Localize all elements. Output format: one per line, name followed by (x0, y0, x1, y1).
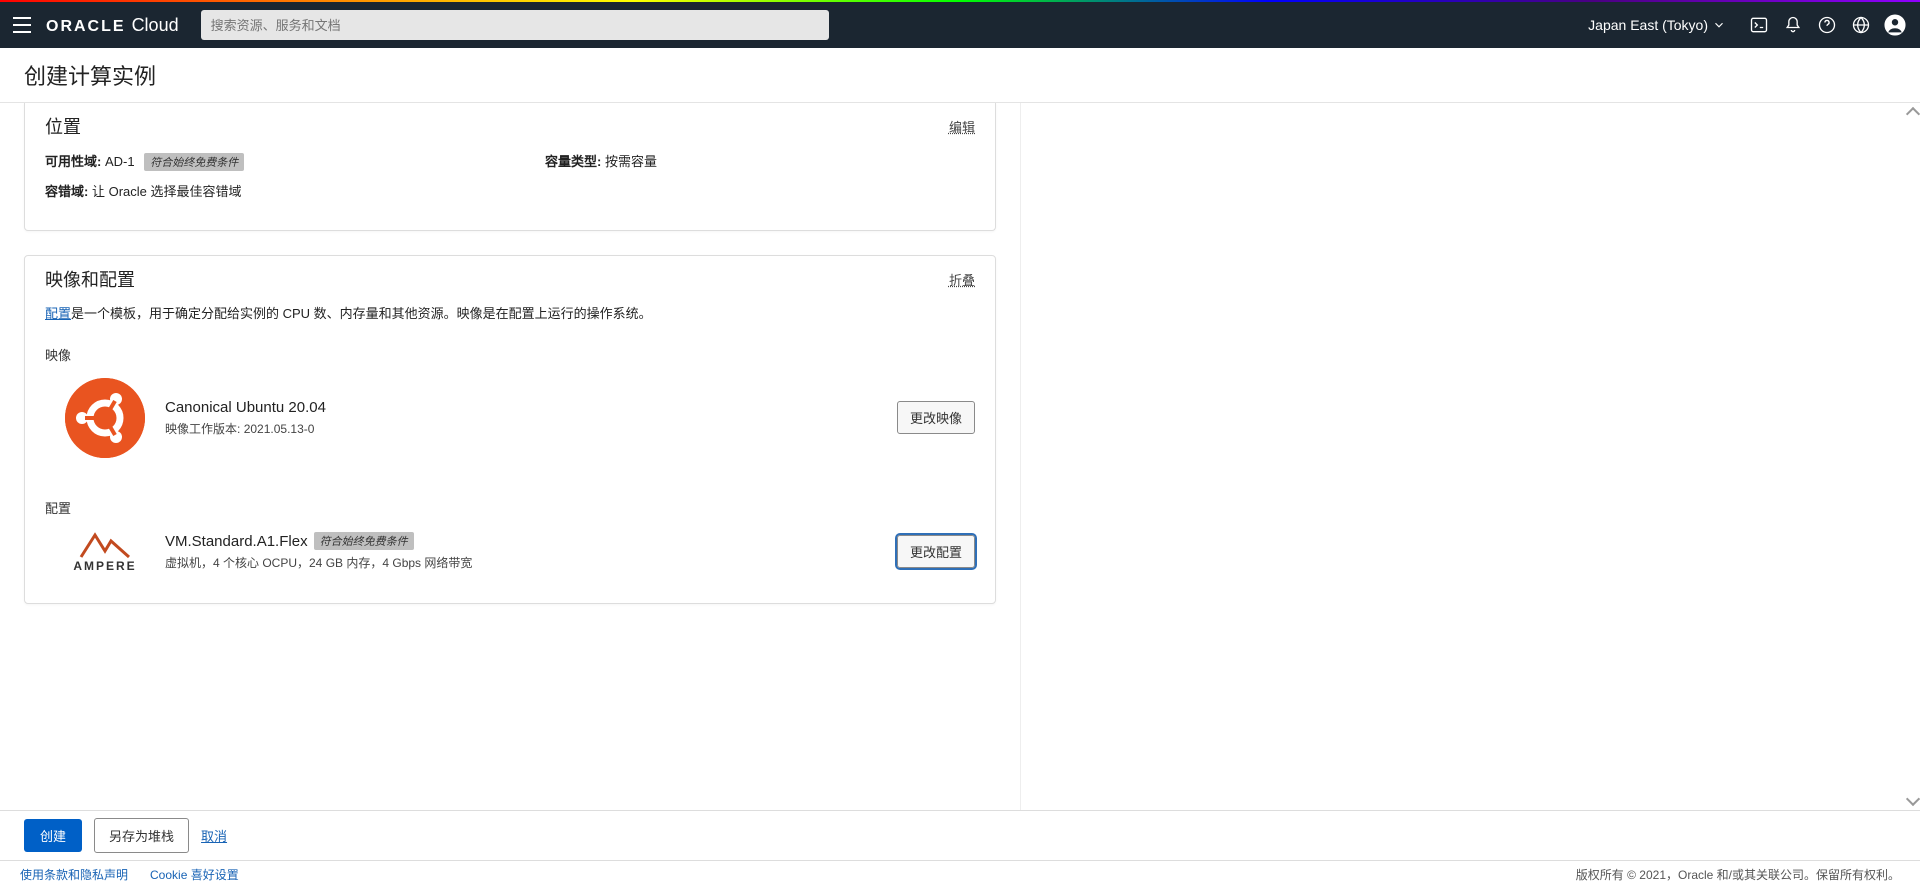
footer: 使用条款和隐私声明 Cookie 喜好设置 版权所有 © 2021，Oracle… (0, 860, 1920, 888)
shape-row: AMPERE VM.Standard.A1.Flex 符合始终免费条件 虚拟机，… (45, 531, 975, 573)
fault-domain: 容错域: 让 Oracle 选择最佳容错域 (45, 181, 545, 200)
image-shape-panel-title: 映像和配置 (45, 266, 135, 292)
cancel-link[interactable]: 取消 (201, 826, 227, 845)
region-label: Japan East (Tokyo) (1588, 17, 1708, 33)
image-name: Canonical Ubuntu 20.04 (165, 399, 897, 416)
content-column: 位置 编辑 可用性域: AD-1 符合始终免费条件 容错域: 让 Oracle … (0, 103, 1020, 810)
shape-desc: 虚拟机，4 个核心 OCPU，24 GB 内存，4 Gbps 网络带宽 (165, 554, 897, 571)
shape-name: VM.Standard.A1.Flex 符合始终免费条件 (165, 532, 897, 550)
location-panel-title: 位置 (45, 113, 81, 139)
shape-section-label: 配置 (45, 498, 975, 517)
change-image-button[interactable]: 更改映像 (897, 401, 975, 434)
terms-link[interactable]: 使用条款和隐私声明 (20, 866, 128, 883)
logo-brand: ORACLE (46, 18, 126, 36)
shape-doc-link[interactable]: 配置 (45, 306, 71, 321)
capacity-type: 容量类型: 按需容量 (545, 151, 975, 170)
always-free-badge: 符合始终免费条件 (314, 532, 414, 550)
create-button[interactable]: 创建 (24, 819, 82, 852)
globe-icon[interactable] (1846, 10, 1876, 40)
ampere-icon (77, 531, 133, 559)
region-selector[interactable]: Japan East (Tokyo) (1588, 17, 1726, 33)
search-wrap (201, 10, 829, 40)
ubuntu-icon (65, 378, 145, 458)
side-column (1020, 103, 1920, 810)
copyright: 版权所有 © 2021，Oracle 和/或其关联公司。保留所有权利。 (1576, 866, 1900, 883)
save-as-stack-button[interactable]: 另存为堆栈 (94, 818, 189, 853)
location-panel: 位置 编辑 可用性域: AD-1 符合始终免费条件 容错域: 让 Oracle … (24, 103, 996, 231)
cookie-prefs-link[interactable]: Cookie 喜好设置 (150, 866, 239, 883)
image-section-label: 映像 (45, 345, 975, 364)
cloud-shell-icon[interactable] (1744, 10, 1774, 40)
chevron-down-icon (1712, 18, 1726, 32)
page-title: 创建计算实例 (24, 59, 156, 91)
image-shape-description: 配置是一个模板，用于确定分配给实例的 CPU 数、内存量和其他资源。映像是在配置… (45, 304, 975, 325)
logo[interactable]: ORACLE Cloud (46, 15, 179, 36)
collapse-link[interactable]: 折叠 (949, 270, 975, 289)
image-build: 映像工作版本: 2021.05.13-0 (165, 420, 897, 437)
header: ORACLE Cloud Japan East (Tokyo) (0, 2, 1920, 48)
image-shape-panel: 映像和配置 折叠 配置是一个模板，用于确定分配给实例的 CPU 数、内存量和其他… (24, 255, 996, 604)
menu-icon[interactable] (6, 9, 38, 41)
user-avatar-icon[interactable] (1880, 10, 1910, 40)
action-bar: 创建 另存为堆栈 取消 (0, 810, 1920, 860)
main: 位置 编辑 可用性域: AD-1 符合始终免费条件 容错域: 让 Oracle … (0, 103, 1920, 810)
help-icon[interactable] (1812, 10, 1842, 40)
ubuntu-logo (45, 378, 165, 458)
image-row: Canonical Ubuntu 20.04 映像工作版本: 2021.05.1… (45, 378, 975, 458)
notifications-icon[interactable] (1778, 10, 1808, 40)
page-title-bar: 创建计算实例 (0, 48, 1920, 103)
availability-domain: 可用性域: AD-1 符合始终免费条件 (45, 151, 545, 171)
change-shape-button[interactable]: 更改配置 (897, 535, 975, 568)
search-input[interactable] (201, 10, 829, 40)
logo-product: Cloud (132, 15, 179, 36)
edit-location-link[interactable]: 编辑 (949, 117, 975, 136)
ampere-logo: AMPERE (45, 531, 165, 573)
always-free-badge: 符合始终免费条件 (144, 153, 244, 171)
